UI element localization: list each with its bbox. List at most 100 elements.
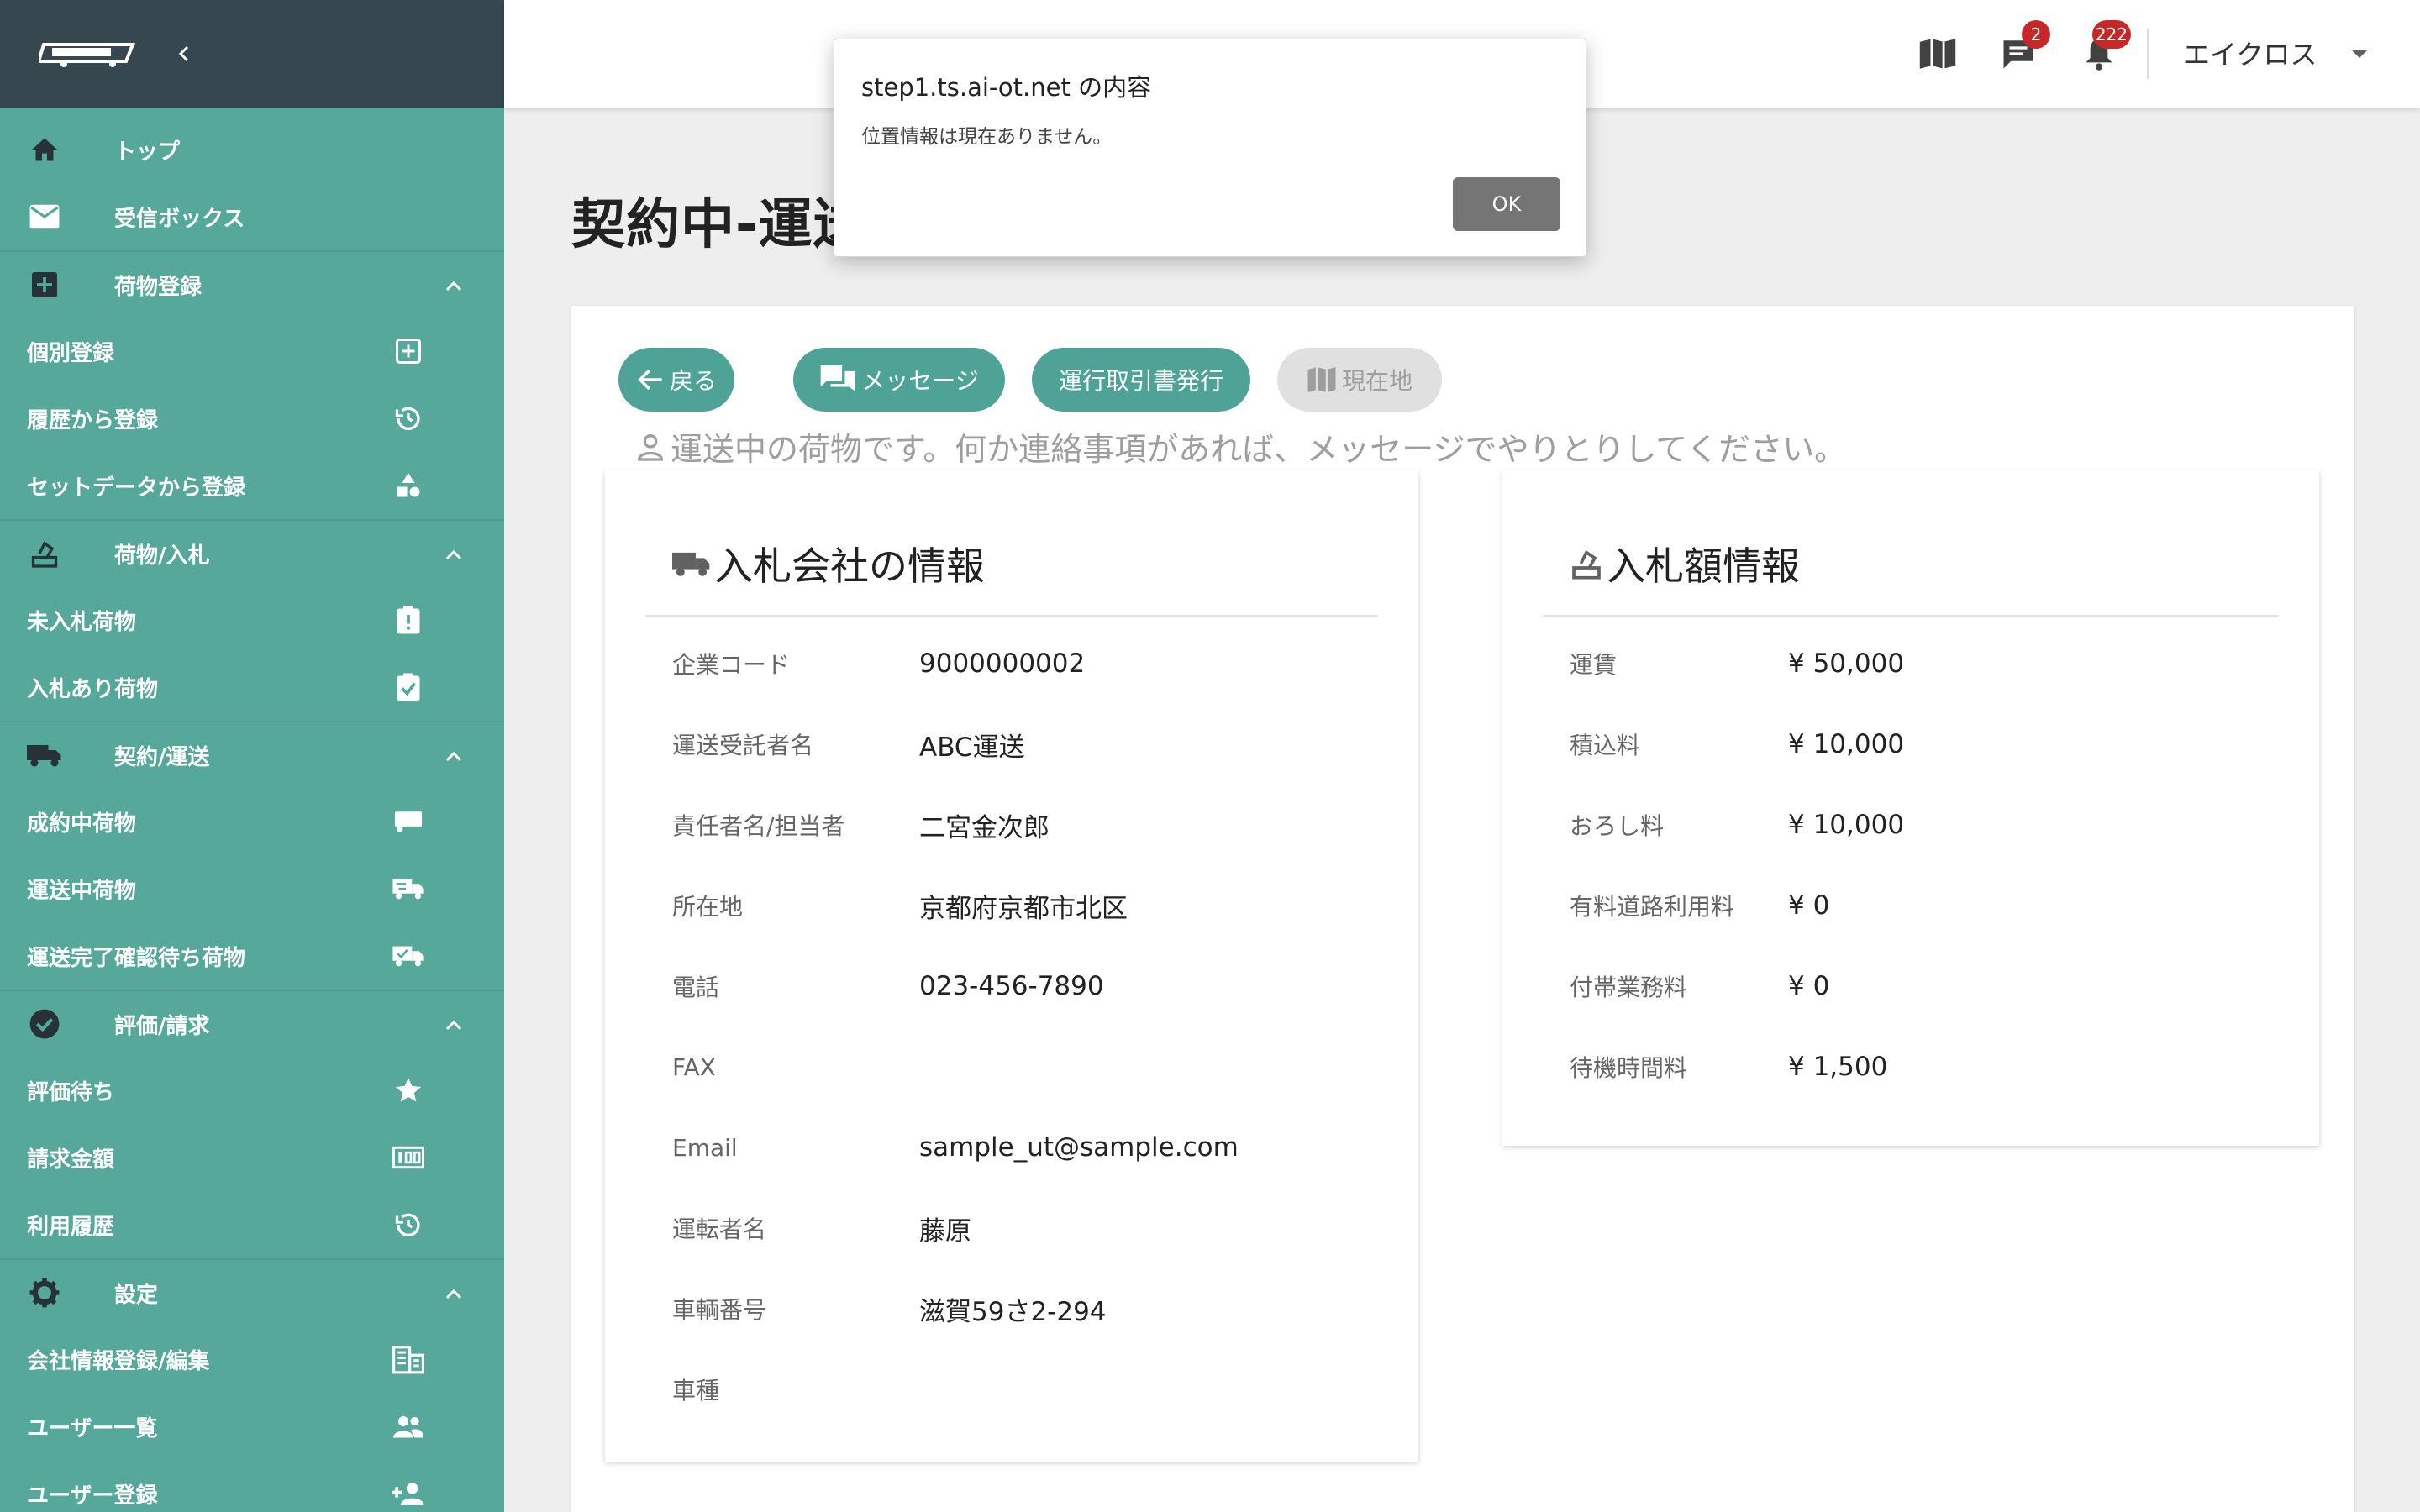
arrow-left-icon <box>638 369 662 391</box>
bid-row: 運賃 ¥ 50,000 <box>1570 638 1904 689</box>
users-icon <box>392 1410 425 1443</box>
truck-icon <box>392 805 425 838</box>
user-add-icon <box>392 1477 425 1510</box>
field-label: 運送受託者名 <box>672 732 814 759</box>
current-location-button-label: 現在地 <box>1341 367 1413 395</box>
sidebar-item-label: 請求金額 <box>27 1147 115 1173</box>
collapse-sidebar-button[interactable] <box>168 37 202 71</box>
sidebar-section-contract-transport[interactable]: 契約/運送 <box>0 721 504 788</box>
star-icon <box>392 1074 425 1107</box>
sidebar-item-label: 成約中荷物 <box>27 811 137 837</box>
sidebar-section-label: 設定 <box>114 1282 159 1308</box>
sidebar-item-label: 受信ボックス <box>114 206 245 232</box>
sidebar-section-review-billing[interactable]: 評価/請求 <box>0 990 504 1057</box>
chevron-up-icon[interactable] <box>437 538 471 571</box>
sidebar-section-cargo-bid[interactable]: 荷物/入札 <box>0 519 504 586</box>
sidebar-item-user-register[interactable]: ユーザー登録 <box>0 1460 504 1512</box>
sidebar-item-usage-history[interactable]: 利用履歴 <box>0 1191 504 1258</box>
ok-button[interactable]: OK <box>1453 177 1560 231</box>
add-square-icon <box>392 334 425 368</box>
sidebar-item-label: 運送完了確認待ち荷物 <box>27 945 246 971</box>
back-button-label: 戻る <box>669 367 717 395</box>
field-label: 付帯業務料 <box>1570 974 1688 1001</box>
company-row: 運送受託者名 ABC運送 <box>672 719 1025 769</box>
sidebar-item-top[interactable]: トップ <box>0 116 504 183</box>
company-row: 企業コード 9000000002 <box>672 638 1085 689</box>
mail-icon <box>27 199 62 234</box>
company-row: FAX <box>672 1042 919 1092</box>
bid-row: おろし料 ¥ 10,000 <box>1570 800 1904 850</box>
logo-icon <box>39 43 135 67</box>
vote-icon <box>27 536 62 571</box>
caret-down-icon[interactable] <box>2349 45 2370 62</box>
field-label: 積込料 <box>1570 732 1641 759</box>
field-value: ¥ 10,000 <box>1788 810 1905 840</box>
truck-icon <box>672 552 710 576</box>
issue-document-button[interactable]: 運行取引書発行 <box>1032 348 1250 412</box>
topbar-divider <box>2147 29 2149 79</box>
bid-card-title: 入札額情報 <box>1570 536 1800 591</box>
bid-row: 積込料 ¥ 10,000 <box>1570 719 1904 769</box>
sidebar-item-individual-register[interactable]: 個別登録 <box>0 318 504 385</box>
chevron-up-icon[interactable] <box>437 269 471 302</box>
back-button[interactable]: 戻る <box>618 348 734 412</box>
current-location-button[interactable]: 現在地 <box>1277 348 1442 412</box>
field-value: sample_ut@sample.com <box>919 1132 1239 1163</box>
sidebar-item-setdata-register[interactable]: セットデータから登録 <box>0 452 504 519</box>
sidebar-item-label: 評価待ち <box>27 1079 115 1105</box>
field-value: 京都府京都市北区 <box>919 893 1128 924</box>
sidebar-item-label: 未入札荷物 <box>27 609 137 635</box>
divider <box>1543 615 2279 617</box>
check-circle-icon <box>27 1006 62 1042</box>
chevron-up-icon[interactable] <box>437 739 471 773</box>
field-value: ¥ 0 <box>1788 890 1830 921</box>
sidebar-item-unbid-cargo[interactable]: 未入札荷物 <box>0 586 504 654</box>
sidebar-item-user-list[interactable]: ユーザー一覧 <box>0 1393 504 1460</box>
truck-check-icon <box>392 939 425 973</box>
sidebar-item-history-register[interactable]: 履歴から登録 <box>0 385 504 452</box>
sidebar-item-label: 個別登録 <box>27 340 115 366</box>
notice-text: 運送中の荷物です。何か連絡事項があれば、メッセージでやりとりしてください。 <box>634 423 1846 470</box>
money-icon <box>392 1141 425 1174</box>
sidebar-item-in-transit-cargo[interactable]: 運送中荷物 <box>0 855 504 922</box>
user-menu-name[interactable]: エイクロス <box>2183 34 2317 72</box>
sidebar-section-label: 荷物登録 <box>114 274 203 300</box>
sidebar-item-label: トップ <box>114 139 181 165</box>
sidebar-item-inbox[interactable]: 受信ボックス <box>0 183 504 250</box>
message-button[interactable]: メッセージ <box>793 348 1005 412</box>
manual-button[interactable] <box>1918 35 1958 72</box>
field-value: 023-456-7890 <box>919 971 1104 1001</box>
sidebar-item-label: 会社情報登録/編集 <box>27 1348 210 1374</box>
home-icon <box>27 132 62 167</box>
bid-row: 有料道路利用料 ¥ 0 <box>1570 880 1829 931</box>
history-icon <box>392 1208 425 1242</box>
sidebar-item-bid-cargo[interactable]: 入札あり荷物 <box>0 654 504 721</box>
company-row: 車輌番号 滋賀59さ2-294 <box>672 1284 1107 1334</box>
sidebar-section-settings[interactable]: 設定 <box>0 1258 504 1326</box>
sidebar-item-billing-amount[interactable]: 請求金額 <box>0 1124 504 1191</box>
company-row: 車種 <box>672 1364 919 1415</box>
sidebar-item-label: ユーザー一覧 <box>27 1415 158 1441</box>
dialog-message: 位置情報は現在ありません。 <box>861 126 1113 148</box>
messages-button[interactable]: 2 <box>1998 20 2050 72</box>
field-value: ¥ 1,500 <box>1788 1052 1888 1082</box>
chevron-up-icon[interactable] <box>437 1277 471 1310</box>
sidebar-item-company-info[interactable]: 会社情報登録/編集 <box>0 1326 504 1393</box>
company-card-title: 入札会社の情報 <box>672 536 985 591</box>
notifications-button[interactable]: 222 <box>2079 20 2131 72</box>
bid-card-title-text: 入札額情報 <box>1607 543 1800 589</box>
field-label: 運賃 <box>1570 651 1618 679</box>
field-label: Email <box>672 1133 738 1162</box>
sidebar-item-awaiting-completion-cargo[interactable]: 運送完了確認待ち荷物 <box>0 922 504 990</box>
field-label: 電話 <box>672 974 720 1001</box>
sidebar-item-label: 履歴から登録 <box>27 407 159 433</box>
company-card-title-text: 入札会社の情報 <box>714 543 985 589</box>
sidebar-item-contracted-cargo[interactable]: 成約中荷物 <box>0 788 504 855</box>
chevron-up-icon[interactable] <box>437 1008 471 1042</box>
sidebar-section-label: 荷物/入札 <box>114 543 210 569</box>
forum-icon <box>820 365 855 391</box>
sidebar-section-cargo-register[interactable]: 荷物登録 <box>0 250 504 318</box>
field-label: おろし料 <box>1570 812 1665 840</box>
sidebar-item-awaiting-review[interactable]: 評価待ち <box>0 1057 504 1124</box>
field-value: ABC運送 <box>919 732 1025 763</box>
